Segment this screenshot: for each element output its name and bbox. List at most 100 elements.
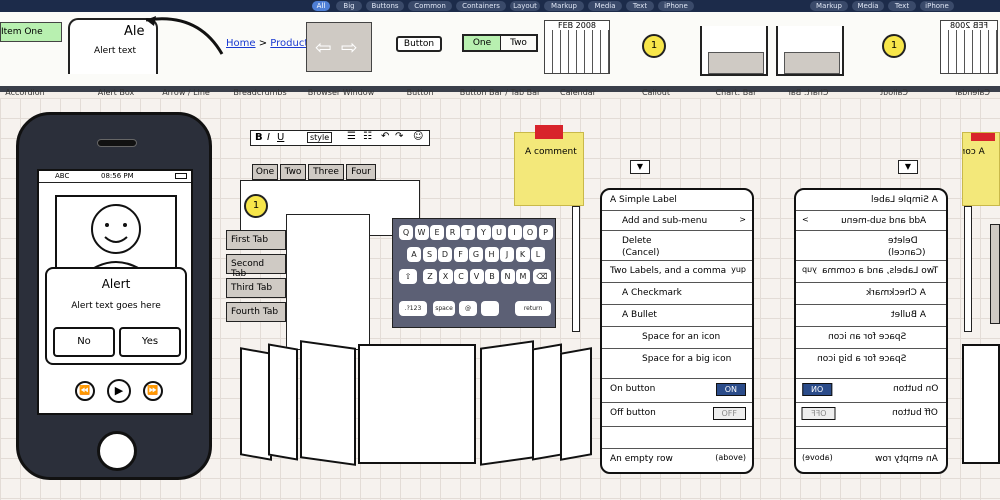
tab-markup[interactable]: Markup xyxy=(544,1,584,11)
list-row[interactable]: Space for an icon xyxy=(602,326,752,348)
return-key[interactable]: return xyxy=(515,301,551,316)
tab-two[interactable]: Two xyxy=(280,164,306,180)
vertical-tab-second[interactable]: Second Tab xyxy=(226,254,286,279)
list-row[interactable]: Off button OFF xyxy=(602,402,752,426)
cover-item[interactable] xyxy=(532,343,562,461)
key-s[interactable]: S xyxy=(422,247,437,262)
key-t[interactable]: T xyxy=(461,225,475,240)
mirror-bar-chart-preview[interactable] xyxy=(776,26,844,76)
tab-text[interactable]: Text xyxy=(626,1,654,11)
list-row-accessory[interactable]: ON xyxy=(715,383,746,396)
numbers-key[interactable]: .?123 xyxy=(399,301,427,316)
arrow-line-preview[interactable] xyxy=(138,12,228,60)
button-bar-preview[interactable]: One Two xyxy=(462,34,538,52)
vertical-tab-first[interactable]: First Tab xyxy=(226,230,286,250)
vertical-tab-third[interactable]: Third Tab xyxy=(226,278,286,298)
indent-icon[interactable]: ☷ xyxy=(363,131,372,142)
tab-layout[interactable]: Layout xyxy=(510,1,540,11)
mirror-dropdown-arrow-icon[interactable]: ▼ xyxy=(898,160,918,174)
mirror-list-row[interactable] xyxy=(796,426,946,448)
tab-iphone[interactable]: iPhone xyxy=(658,1,694,11)
mirror-vertical-tab[interactable] xyxy=(990,224,1000,324)
tab-containers[interactable]: Containers xyxy=(456,1,506,11)
list-icon[interactable]: ☰ xyxy=(347,131,356,142)
fast-forward-icon[interactable]: ⏩ xyxy=(143,381,163,401)
sticky-note[interactable]: A comment xyxy=(514,125,584,206)
key-y[interactable]: Y xyxy=(476,225,491,240)
mirror-list-row[interactable]: Space for an icon xyxy=(796,326,946,348)
mirror-callout-preview[interactable]: 1 xyxy=(882,34,906,58)
tab-common[interactable]: Common xyxy=(408,1,452,11)
mirror-sticky-note[interactable]: A comment xyxy=(962,132,1000,206)
mirror-tab-media[interactable]: Media xyxy=(852,1,884,11)
period-key[interactable] xyxy=(481,301,499,316)
key-g[interactable]: G xyxy=(469,247,483,262)
button-bar-one[interactable]: One xyxy=(464,36,500,50)
mirror-scrollbar[interactable] xyxy=(964,206,972,332)
style-dropdown[interactable]: style xyxy=(307,132,333,143)
mirror-list-row[interactable]: A Bullet xyxy=(796,304,946,326)
list-row[interactable]: Two Labels, and a comma yup xyxy=(602,260,752,282)
list-row-accessory[interactable]: (above) xyxy=(715,453,746,462)
mirror-list-row[interactable]: On button ON xyxy=(796,378,946,402)
list-row[interactable]: Space for a big icon xyxy=(602,348,752,378)
play-icon[interactable]: ▶ xyxy=(107,379,131,403)
key-u[interactable]: U xyxy=(492,225,506,240)
shift-key-icon[interactable]: ⇧ xyxy=(399,269,417,284)
key-f[interactable]: F xyxy=(453,247,468,262)
mirror-list-row-accessory[interactable]: > xyxy=(802,215,809,224)
list-row-accessory[interactable]: yup xyxy=(731,265,746,274)
vertical-scrollbar[interactable] xyxy=(572,206,580,332)
key-k[interactable]: K xyxy=(515,247,530,262)
tab-all[interactable]: All xyxy=(312,1,330,11)
breadcrumb-home-link[interactable]: Home xyxy=(226,38,256,49)
mirror-list-row[interactable]: A Simple Label xyxy=(796,190,946,210)
mirror-list-row[interactable]: An empty row (above) xyxy=(796,448,946,474)
cover-item[interactable] xyxy=(560,347,592,461)
button-bar-two[interactable]: Two xyxy=(500,36,536,50)
key-c[interactable]: C xyxy=(454,269,468,284)
key-p[interactable]: P xyxy=(538,225,553,240)
key-m[interactable]: M xyxy=(516,269,530,284)
mirror-tab-iphone[interactable]: iPhone xyxy=(920,1,954,11)
mirror-list-row-accessory[interactable]: ON xyxy=(802,383,833,396)
list-row[interactable] xyxy=(602,426,752,448)
list-row[interactable]: A Bullet xyxy=(602,304,752,326)
cover-item[interactable] xyxy=(300,340,356,466)
key-x[interactable]: X xyxy=(438,269,453,284)
space-key[interactable]: space xyxy=(433,301,455,316)
key-b[interactable]: B xyxy=(485,269,499,284)
mirror-tab-markup[interactable]: Markup xyxy=(810,1,848,11)
mirror-list-row-accessory[interactable]: OFF xyxy=(802,407,836,420)
mirror-list-row[interactable]: Two Labels, and a comma yup xyxy=(796,260,946,282)
browser-window-preview[interactable]: ⇦ ⇨ xyxy=(306,22,372,72)
tab-big[interactable]: Big xyxy=(336,1,362,11)
alert-yes-button[interactable]: Yes xyxy=(119,327,181,357)
alert-no-button[interactable]: No xyxy=(53,327,115,357)
bold-button[interactable]: B xyxy=(255,132,263,143)
key-a[interactable]: A xyxy=(407,247,421,262)
redo-icon[interactable]: ↷ xyxy=(395,131,403,142)
mirror-cover-item[interactable] xyxy=(962,344,1000,464)
tab-media[interactable]: Media xyxy=(588,1,622,11)
list-row[interactable]: An empty row (above) xyxy=(602,448,752,474)
key-j[interactable]: J xyxy=(500,247,514,262)
calendar-preview[interactable]: FEB 2008 xyxy=(544,20,610,74)
undo-icon[interactable]: ↶ xyxy=(381,131,389,142)
list-row[interactable]: A Checkmark xyxy=(602,282,752,304)
italic-button[interactable]: I xyxy=(267,132,270,143)
key-e[interactable]: E xyxy=(430,225,444,240)
breadcrumb-product-link[interactable]: Product xyxy=(270,38,308,49)
mirror-tab-text[interactable]: Text xyxy=(888,1,916,11)
bar-chart-preview[interactable] xyxy=(700,26,768,76)
key-l[interactable]: L xyxy=(531,247,545,262)
callout-preview[interactable]: 1 xyxy=(642,34,666,58)
mirror-list-row[interactable]: Off button OFF xyxy=(796,402,946,426)
mirror-list-row[interactable]: Space for a big icon xyxy=(796,348,946,378)
mirror-list-row-accessory[interactable]: (above) xyxy=(802,453,833,462)
key-v[interactable]: V xyxy=(469,269,484,284)
tab-three[interactable]: Three xyxy=(308,164,344,180)
underline-button[interactable]: U xyxy=(277,132,284,143)
key-z[interactable]: Z xyxy=(423,269,437,284)
list-row-accessory[interactable]: > xyxy=(739,215,746,224)
